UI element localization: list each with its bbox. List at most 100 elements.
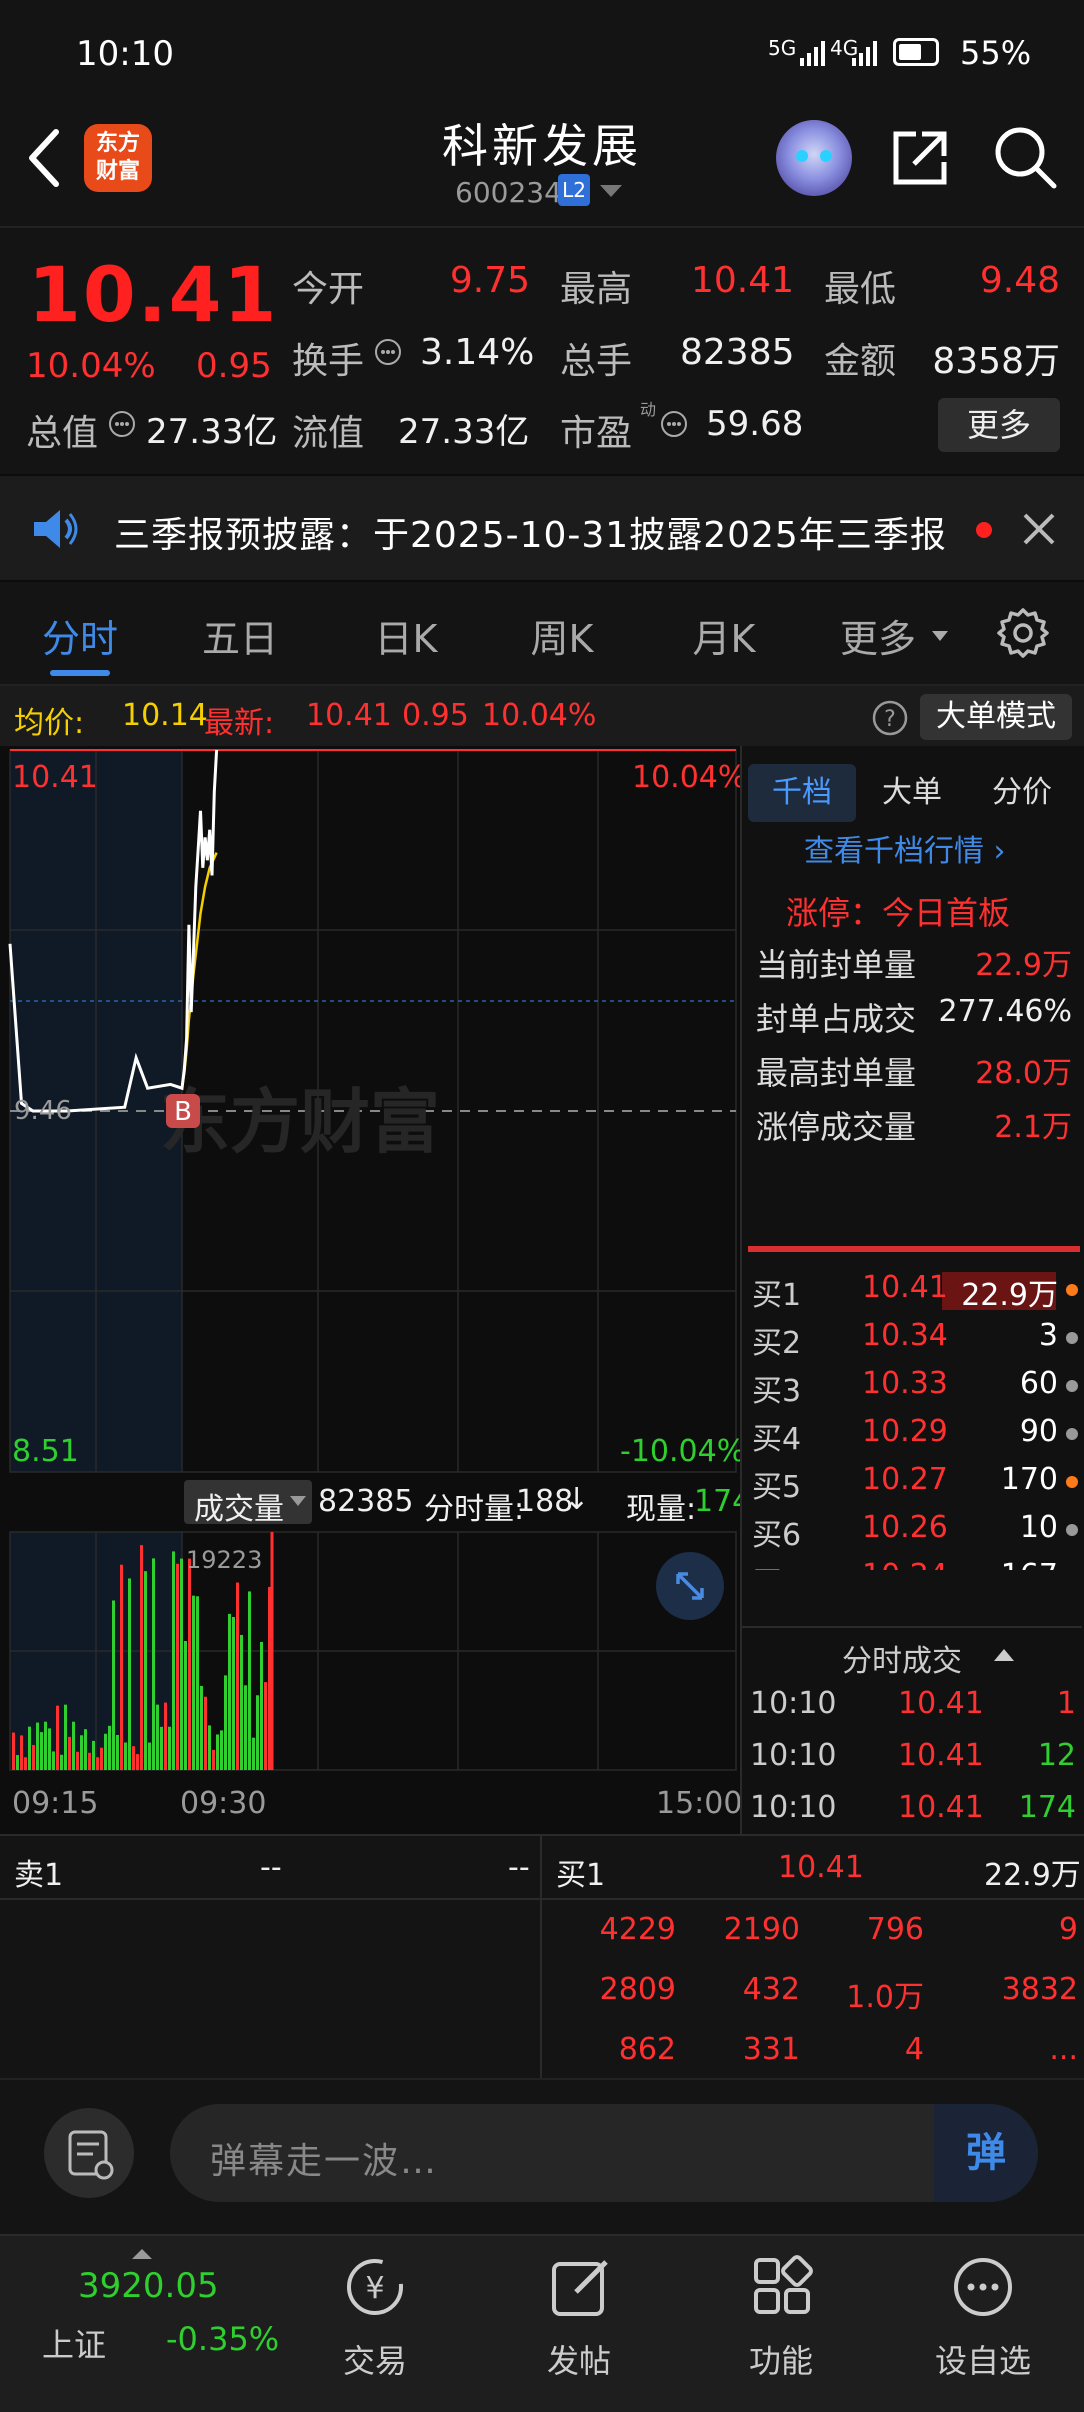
help-icon[interactable]: ?	[872, 700, 908, 744]
gear-icon[interactable]	[996, 606, 1050, 664]
orderbook-row[interactable]: 买2 10.34 3	[742, 1318, 1082, 1366]
change-percent: 10.04%	[26, 346, 156, 386]
turnover-label: 换手	[292, 341, 365, 382]
volume-bar	[128, 1578, 131, 1770]
tab-five-day[interactable]: 五日	[170, 608, 310, 663]
turnover-value: 3.14%	[420, 332, 535, 373]
queue-cell: 796	[866, 1912, 924, 1947]
tab-weekly-k[interactable]: 周K	[492, 608, 632, 663]
close-icon[interactable]	[1022, 512, 1056, 550]
limit-up-title: 涨停：今日首板	[786, 894, 1011, 932]
volume-bar	[224, 1675, 227, 1770]
trades-title[interactable]: 分时成交	[842, 1636, 962, 1680]
volume-bar	[68, 1736, 71, 1770]
stat-value: 22.9万	[975, 948, 1072, 983]
level-dot	[1066, 1476, 1078, 1488]
limit-stat-row: 封单占成交 277.46%	[742, 994, 1082, 1044]
trade-time: 10:10	[750, 1790, 837, 1825]
volume-bar	[28, 1726, 31, 1770]
nav-trade[interactable]: ¥ 交易	[300, 2236, 450, 2412]
index-ticker[interactable]: 3920.05 上证 -0.35%	[20, 2236, 279, 2412]
expand-icon[interactable]	[656, 1552, 724, 1620]
level-qty: 60	[1019, 1366, 1058, 1401]
big-order-mode-button[interactable]: 大单模式	[920, 694, 1072, 740]
chart-info-strip: 均价: 10.14 最新: 10.41 0.95 10.04% ? 大单模式	[0, 686, 1084, 746]
unread-dot	[976, 522, 992, 538]
chevron-up-icon[interactable]	[994, 1646, 1014, 1665]
danmaku-settings-icon[interactable]	[44, 2108, 134, 2198]
volume-value: 82385	[680, 332, 795, 373]
stock-header: 东方 财富 科新发展 600234 L2	[0, 100, 1084, 226]
danmaku-placeholder: 弹幕走一波…	[210, 2141, 439, 2182]
tab-intraday[interactable]: 分时	[10, 608, 150, 663]
orderbook-row[interactable]: 买5 10.27 170	[742, 1462, 1082, 1510]
buy1-label: 买1	[556, 1858, 606, 1893]
queue-cell: 9	[1058, 1912, 1078, 1947]
queue-cell: ...	[1049, 2032, 1078, 2067]
volume-bar	[124, 1742, 127, 1770]
tab-daily-k[interactable]: 日K	[336, 608, 476, 663]
sell1-price: --	[260, 1850, 282, 1885]
info-icon[interactable]	[108, 410, 136, 442]
danmaku-toggle-button[interactable]: 弹	[934, 2104, 1038, 2202]
intraday-chart[interactable]: 东方财富 B 10.41 9.46 8.51 10.04% -10.04% 成交…	[0, 746, 751, 1834]
volume-selector[interactable]: 成交量	[184, 1480, 312, 1527]
volume-bar	[228, 1613, 231, 1770]
tab-more[interactable]: 更多	[808, 608, 948, 663]
volume-peak-label: 19223	[186, 1546, 263, 1574]
volume-bar	[32, 1744, 35, 1770]
orderbook-row[interactable]: 买7 10.24 167	[742, 1558, 1082, 1570]
nav-post[interactable]: 发帖	[504, 2236, 654, 2412]
avg-label: 均价:	[14, 706, 85, 741]
tab-price-dist[interactable]: 分价	[968, 764, 1076, 822]
level-label: 买4	[752, 1422, 802, 1457]
nav-add-watchlist[interactable]: 设自选	[908, 2236, 1058, 2412]
level2-badge[interactable]: L2	[558, 174, 590, 206]
active-tab-indicator	[50, 670, 110, 676]
nav-functions[interactable]: 功能	[706, 2236, 856, 2412]
orderbook-row[interactable]: 买4 10.29 90	[742, 1414, 1082, 1462]
notice-bar[interactable]: 三季报预披露：于2025-10-31披露2025年三季报	[0, 474, 1084, 582]
info-icon[interactable]	[374, 338, 402, 370]
y-max-label: 10.41	[12, 760, 98, 795]
volume-bar	[256, 1695, 259, 1770]
volume-bar	[12, 1732, 15, 1770]
chevron-down-icon[interactable]	[932, 628, 948, 647]
trade-row: 10:10 10.41 174	[742, 1790, 1082, 1838]
queue-cell: 2809	[599, 1972, 676, 2007]
assistant-robot-icon[interactable]	[776, 120, 852, 196]
stat-label: 当前封单量	[756, 946, 917, 984]
level-label: 买6	[752, 1518, 802, 1553]
high-value: 10.41	[690, 260, 794, 301]
signal-bars-icon	[852, 40, 880, 66]
orderbook-row[interactable]: 买3 10.33 60	[742, 1366, 1082, 1414]
tab-thousand-levels[interactable]: 千档	[748, 764, 856, 822]
level-label: 买7	[752, 1558, 801, 1570]
signal-bars-icon	[800, 40, 828, 66]
tab-big-orders[interactable]: 大单	[858, 764, 966, 822]
danmaku-input[interactable]: 弹幕走一波…	[170, 2104, 1038, 2202]
level-price: 10.34	[862, 1318, 948, 1353]
volume-total: 82385	[318, 1484, 414, 1519]
tab-monthly-k[interactable]: 月K	[654, 608, 794, 663]
volume-bar	[84, 1729, 87, 1770]
notice-text: 三季报预披露：于2025-10-31披露2025年三季报	[114, 515, 947, 556]
info-icon[interactable]	[660, 410, 688, 442]
amount-label: 金额	[824, 341, 897, 382]
volume-bar	[188, 1558, 191, 1770]
more-button[interactable]: 更多	[938, 398, 1060, 452]
quote-panel: 10.41 10.04% 0.95 今开 9.75 最高 10.41 最低 9.…	[0, 226, 1084, 474]
y-ref-label: 9.46	[14, 1096, 72, 1126]
chevron-down-icon[interactable]	[600, 184, 622, 203]
level-price: 10.24	[862, 1558, 948, 1570]
search-icon[interactable]	[992, 124, 1058, 190]
index-change: -0.35%	[166, 2320, 280, 2358]
current-price: 10.41	[28, 250, 279, 339]
share-icon[interactable]	[888, 126, 952, 190]
level-label: 买5	[752, 1470, 802, 1505]
view-levels-link[interactable]: 查看千档行情 ›	[804, 826, 1006, 870]
latest-change: 0.95	[402, 698, 469, 733]
orderbook-row[interactable]: 买6 10.26 10	[742, 1510, 1082, 1558]
orderbook-row[interactable]: 买1 10.41 22.9万	[742, 1270, 1082, 1318]
order-panel: 千档 大单 分价 查看千档行情 › 涨停：今日首板 当前封单量 22.9万封单占成…	[740, 746, 1084, 1834]
